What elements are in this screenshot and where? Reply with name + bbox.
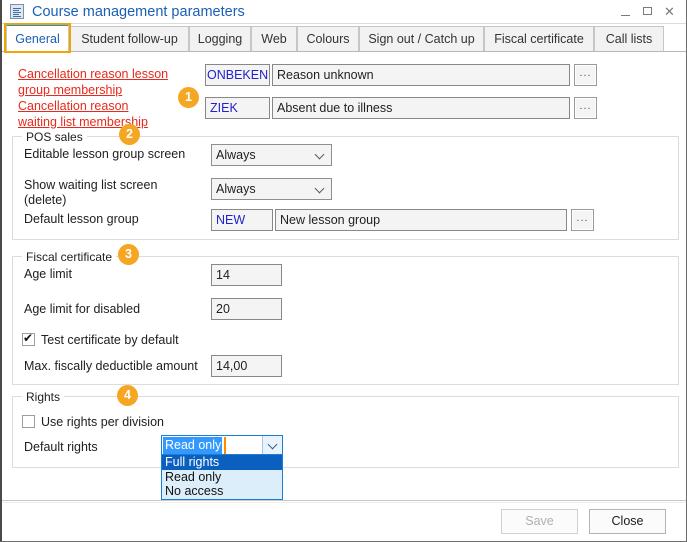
test-certificate-checkbox[interactable] [22,333,35,346]
badge-3: 3 [118,244,139,265]
cancellation-reason-lesson-group-value[interactable]: Reason unknown [272,64,570,86]
window-title: Course management parameters [32,2,245,22]
chevron-down-icon [316,151,325,160]
cancellation-reason-waiting-list-browse-button[interactable]: ... [574,97,597,119]
tab-logging[interactable]: Logging [189,26,251,51]
general-tab-panel: Cancellation reason lesson group members… [2,52,687,500]
tab-colours[interactable]: Colours [297,26,359,51]
rights-group-title: Rights [22,391,64,403]
chevron-down-icon[interactable] [262,436,282,454]
editable-lesson-group-label: Editable lesson group screen [24,147,204,162]
tab-call-lists[interactable]: Call lists [594,26,664,51]
show-waiting-list-select[interactable]: Always [211,178,332,200]
default-rights-label: Default rights [24,440,98,455]
rights-group [12,396,679,468]
minimize-icon[interactable] [616,2,635,21]
dialog-window: Course management parameters ✕ General S… [0,0,687,542]
badge-2: 2 [119,124,140,145]
default-rights-selected-value: Read only [163,437,222,454]
default-lesson-group-browse-button[interactable]: ... [571,209,594,231]
cancellation-reason-waiting-list-value[interactable]: Absent due to illness [272,97,570,119]
editable-lesson-group-select[interactable]: Always [211,144,332,166]
show-waiting-list-select-value: Always [216,182,256,196]
age-limit-input[interactable]: 14 [211,264,282,286]
default-lesson-group-value[interactable]: New lesson group [275,209,567,231]
pos-sales-group-title: POS sales [22,131,87,143]
default-lesson-group-label: Default lesson group [24,212,204,227]
default-rights-option-full-rights[interactable]: Full rights [162,455,282,470]
editable-lesson-group-select-value: Always [216,148,256,162]
cancellation-reason-lesson-group-browse-button[interactable]: ... [574,64,597,86]
dialog-footer: Save Close [2,500,687,542]
tab-bar: General Student follow-up Logging Web Co… [2,24,687,52]
chevron-down-icon [316,185,325,194]
test-certificate-label: Test certificate by default [41,333,179,348]
cancellation-reason-lesson-group-label[interactable]: Cancellation reason lesson group members… [18,66,188,98]
cancellation-reason-waiting-list-label[interactable]: Cancellation reason waiting list members… [18,98,188,130]
close-icon[interactable]: ✕ [660,2,679,21]
default-rights-option-no-access[interactable]: No access [162,484,282,499]
cancellation-reason-lesson-group-code[interactable]: ONBEKEND [205,64,270,86]
maximize-icon[interactable] [638,2,657,21]
badge-1: 1 [178,87,199,108]
cancellation-reason-waiting-list-code[interactable]: ZIEK [205,97,270,119]
max-deductible-label: Max. fiscally deductible amount [24,359,198,374]
default-rights-option-read-only[interactable]: Read only [162,470,282,485]
use-rights-per-division-label: Use rights per division [41,415,164,430]
tab-general[interactable]: General [6,24,69,52]
default-rights-select[interactable]: Read only [161,435,283,455]
save-button[interactable]: Save [501,509,578,534]
badge-4: 4 [117,385,138,406]
tab-sign-out-catch-up[interactable]: Sign out / Catch up [359,26,484,51]
show-waiting-list-label: Show waiting list screen (delete) [24,178,204,208]
age-limit-disabled-input[interactable]: 20 [211,298,282,320]
age-limit-disabled-label: Age limit for disabled [24,302,140,317]
default-rights-option-list[interactable]: Full rights Read only No access [161,455,283,500]
close-button[interactable]: Close [589,509,666,534]
tab-student-follow-up[interactable]: Student follow-up [70,26,189,51]
tab-fiscal-certificate[interactable]: Fiscal certificate [484,26,594,51]
fiscal-certificate-group-title: Fiscal certificate [22,251,116,263]
use-rights-per-division-checkbox[interactable] [22,415,35,428]
max-deductible-input[interactable]: 14,00 [211,355,282,377]
tab-web[interactable]: Web [251,26,297,51]
age-limit-label: Age limit [24,267,72,282]
title-bar: Course management parameters ✕ [2,0,687,24]
text-cursor [224,437,226,454]
default-lesson-group-code[interactable]: NEW [211,209,273,231]
document-properties-icon [10,4,24,19]
